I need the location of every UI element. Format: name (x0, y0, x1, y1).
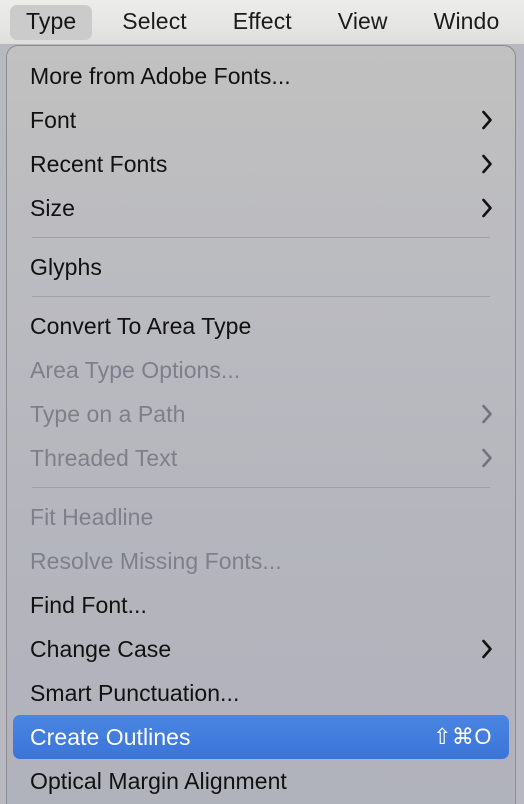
menu-item-label: Smart Punctuation... (30, 679, 240, 706)
menu-item-create-outlines[interactable]: Create Outlines ⇧⌘O (13, 715, 509, 759)
menu-item-change-case[interactable]: Change Case (7, 627, 515, 671)
chevron-right-icon (477, 403, 499, 425)
menu-item-label: Resolve Missing Fonts... (30, 547, 282, 574)
menu-item-label: Find Font... (30, 591, 147, 618)
menu-separator (7, 480, 515, 495)
menu-item-label: More from Adobe Fonts... (30, 62, 291, 89)
menu-separator (7, 289, 515, 304)
menu-item-optical-margin-alignment[interactable]: Optical Margin Alignment (7, 759, 515, 803)
menubar-item-view[interactable]: View (322, 5, 404, 40)
chevron-right-icon (477, 153, 499, 175)
menu-item-label: Glyphs (30, 253, 102, 280)
menu-item-convert-to-area-type[interactable]: Convert To Area Type (7, 304, 515, 348)
menu-item-label: Type on a Path (30, 400, 186, 427)
menubar-item-windo[interactable]: Windo (418, 5, 516, 40)
separator-line (32, 237, 490, 238)
menu-item-label: Optical Margin Alignment (30, 767, 287, 794)
menu-item-type-on-a-path: Type on a Path (7, 392, 515, 436)
menu-item-label: Convert To Area Type (30, 312, 252, 339)
menu-item-area-type-options: Area Type Options... (7, 348, 515, 392)
menu-item-threaded-text: Threaded Text (7, 436, 515, 480)
menu-item-label: Change Case (30, 635, 172, 662)
menu-item-label: Area Type Options... (30, 356, 241, 383)
menu-item-glyphs[interactable]: Glyphs (7, 245, 515, 289)
menu-item-resolve-missing-fonts: Resolve Missing Fonts... (7, 539, 515, 583)
menubar-item-effect[interactable]: Effect (217, 5, 308, 40)
keyboard-shortcut: ⇧⌘O (432, 724, 492, 749)
separator-line (32, 487, 490, 488)
menu-item-more-from-adobe-fonts[interactable]: More from Adobe Fonts... (7, 54, 515, 98)
chevron-right-icon (477, 638, 499, 660)
menubar-item-type[interactable]: Type (10, 4, 93, 40)
menubar-item-select[interactable]: Select (106, 5, 203, 40)
menu-item-fit-headline: Fit Headline (7, 495, 515, 539)
menu-separator (7, 230, 515, 245)
menu-item-smart-punctuation[interactable]: Smart Punctuation... (7, 671, 515, 715)
menu-item-label: Font (30, 106, 77, 133)
menu-item-list: More from Adobe Fonts... Font Recent Fonts… (7, 46, 515, 803)
menu-item-font[interactable]: Font (7, 98, 515, 142)
menu-item-size[interactable]: Size (7, 186, 515, 230)
menu-item-label: Threaded Text (30, 444, 178, 471)
menu-item-label: Fit Headline (30, 503, 154, 530)
menu-bar: Type Select Effect View Windo (0, 0, 524, 44)
chevron-right-icon (477, 447, 499, 469)
separator-line (32, 296, 490, 297)
menu-item-label: Create Outlines (30, 723, 191, 750)
type-menu-dropdown: More from Adobe Fonts... Font Recent Fonts… (6, 45, 516, 804)
menu-item-recent-fonts[interactable]: Recent Fonts (7, 142, 515, 186)
chevron-right-icon (477, 109, 499, 131)
chevron-right-icon (477, 197, 499, 219)
menu-item-find-font[interactable]: Find Font... (7, 583, 515, 627)
screen: Type Select Effect View Windo More from Adob… (0, 0, 524, 804)
menu-item-label: Size (30, 194, 75, 221)
menu-item-label: Recent Fonts (30, 150, 168, 177)
